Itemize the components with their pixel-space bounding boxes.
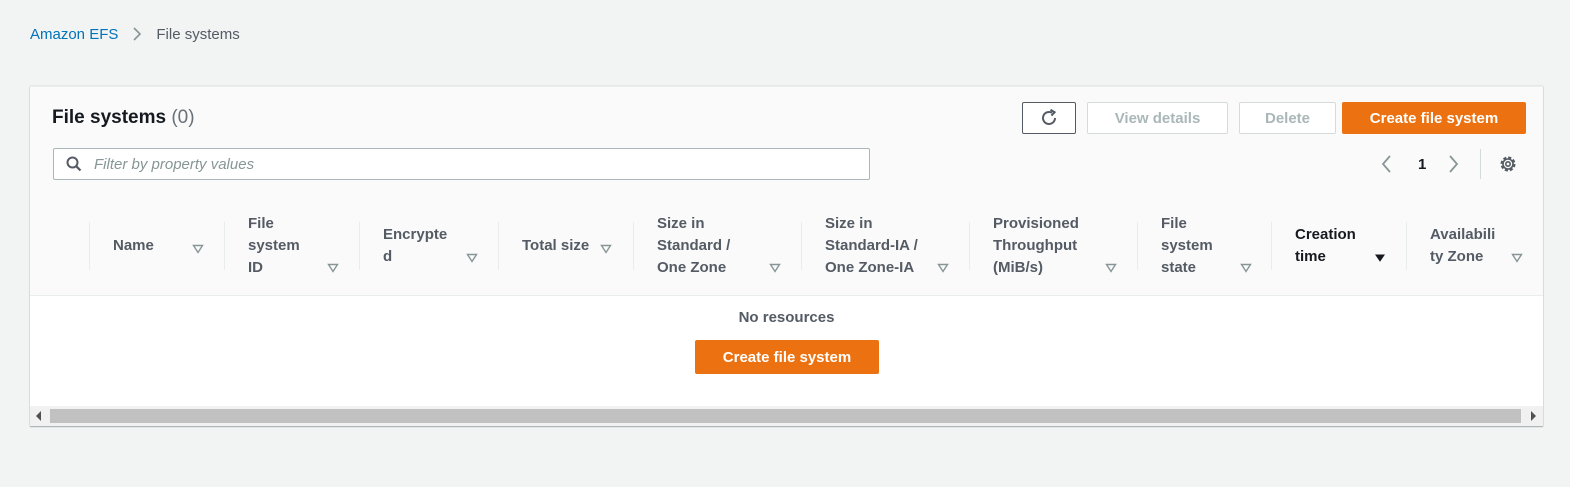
next-page-icon[interactable] xyxy=(1448,151,1460,177)
view-details-button[interactable]: View details xyxy=(1087,102,1228,134)
sort-caret-icon xyxy=(1105,263,1117,273)
breadcrumb-amazon-efs-link[interactable]: Amazon EFS xyxy=(30,26,118,43)
column-label: Size in Standard / One Zone xyxy=(657,215,731,276)
column-label: Creation time xyxy=(1295,226,1356,265)
breadcrumb: Amazon EFS File systems xyxy=(30,24,240,44)
sort-caret-icon xyxy=(192,244,204,254)
column-header-creation-time[interactable]: Creation time xyxy=(1271,197,1406,295)
file-systems-panel: File systems (0) View details Delete Cre… xyxy=(30,86,1543,426)
pagination-divider xyxy=(1480,149,1481,179)
sort-caret-icon xyxy=(466,253,478,263)
sort-caret-icon xyxy=(937,263,949,273)
sort-caret-icon xyxy=(1511,253,1523,263)
sort-caret-icon xyxy=(327,263,339,273)
column-label: File system ID xyxy=(248,215,300,276)
column-header-size-standard[interactable]: Size in Standard / One Zone xyxy=(633,197,801,295)
chevron-right-icon xyxy=(132,26,142,42)
column-label: Total size xyxy=(522,237,590,254)
breadcrumb-current: File systems xyxy=(156,25,240,43)
column-header-encrypted[interactable]: Encrypte d xyxy=(359,197,498,295)
column-header-provisioned-throughput[interactable]: Provisioned Throughput (MiB/s) xyxy=(969,197,1137,295)
refresh-icon xyxy=(1039,108,1059,128)
column-header-total-size[interactable]: Total size xyxy=(498,197,633,295)
panel-header: File systems (0) View details Delete Cre… xyxy=(30,87,1543,198)
current-page-number[interactable]: 1 xyxy=(1418,151,1426,177)
sort-caret-icon xyxy=(769,263,781,273)
column-label: Size in Standard-IA / One Zone-IA xyxy=(825,215,918,276)
empty-state-message: No resources xyxy=(738,309,835,326)
title-count: (0) xyxy=(171,107,195,128)
title-text: File systems xyxy=(52,107,167,128)
column-label: File system state xyxy=(1161,215,1213,276)
filter-input[interactable] xyxy=(92,154,856,174)
column-header-size-standard-ia[interactable]: Size in Standard-IA / One Zone-IA xyxy=(801,197,969,295)
column-header-availability-zone[interactable]: Availabili ty Zone xyxy=(1406,197,1543,295)
column-label: Provisioned Throughput (MiB/s) xyxy=(993,215,1079,276)
column-header-name[interactable]: Name xyxy=(89,197,224,295)
empty-create-file-system-button[interactable]: Create file system xyxy=(695,340,879,374)
column-label: Availabili ty Zone xyxy=(1430,226,1496,265)
table-header: Name File system ID Encrypte d Total siz… xyxy=(30,197,1543,296)
gear-icon[interactable] xyxy=(1498,151,1518,177)
column-label: Name xyxy=(113,237,154,254)
sort-caret-icon xyxy=(1240,263,1252,273)
sort-descending-icon xyxy=(1374,253,1386,263)
previous-page-icon[interactable] xyxy=(1380,151,1392,177)
create-file-system-button[interactable]: Create file system xyxy=(1342,102,1526,134)
scroll-right-icon[interactable] xyxy=(1529,410,1537,422)
scrollbar-thumb[interactable] xyxy=(50,409,1521,423)
delete-button[interactable]: Delete xyxy=(1239,102,1336,134)
column-label: Encrypte d xyxy=(383,226,448,265)
scroll-left-icon[interactable] xyxy=(35,410,43,422)
column-header-file-system-state[interactable]: File system state xyxy=(1137,197,1272,295)
horizontal-scrollbar[interactable] xyxy=(30,406,1543,426)
filter-box xyxy=(53,148,870,180)
sort-caret-icon xyxy=(600,244,612,254)
page-title: File systems (0) xyxy=(52,107,195,129)
refresh-button[interactable] xyxy=(1022,102,1076,134)
search-icon xyxy=(66,156,82,172)
column-header-file-system-id[interactable]: File system ID xyxy=(224,197,359,295)
